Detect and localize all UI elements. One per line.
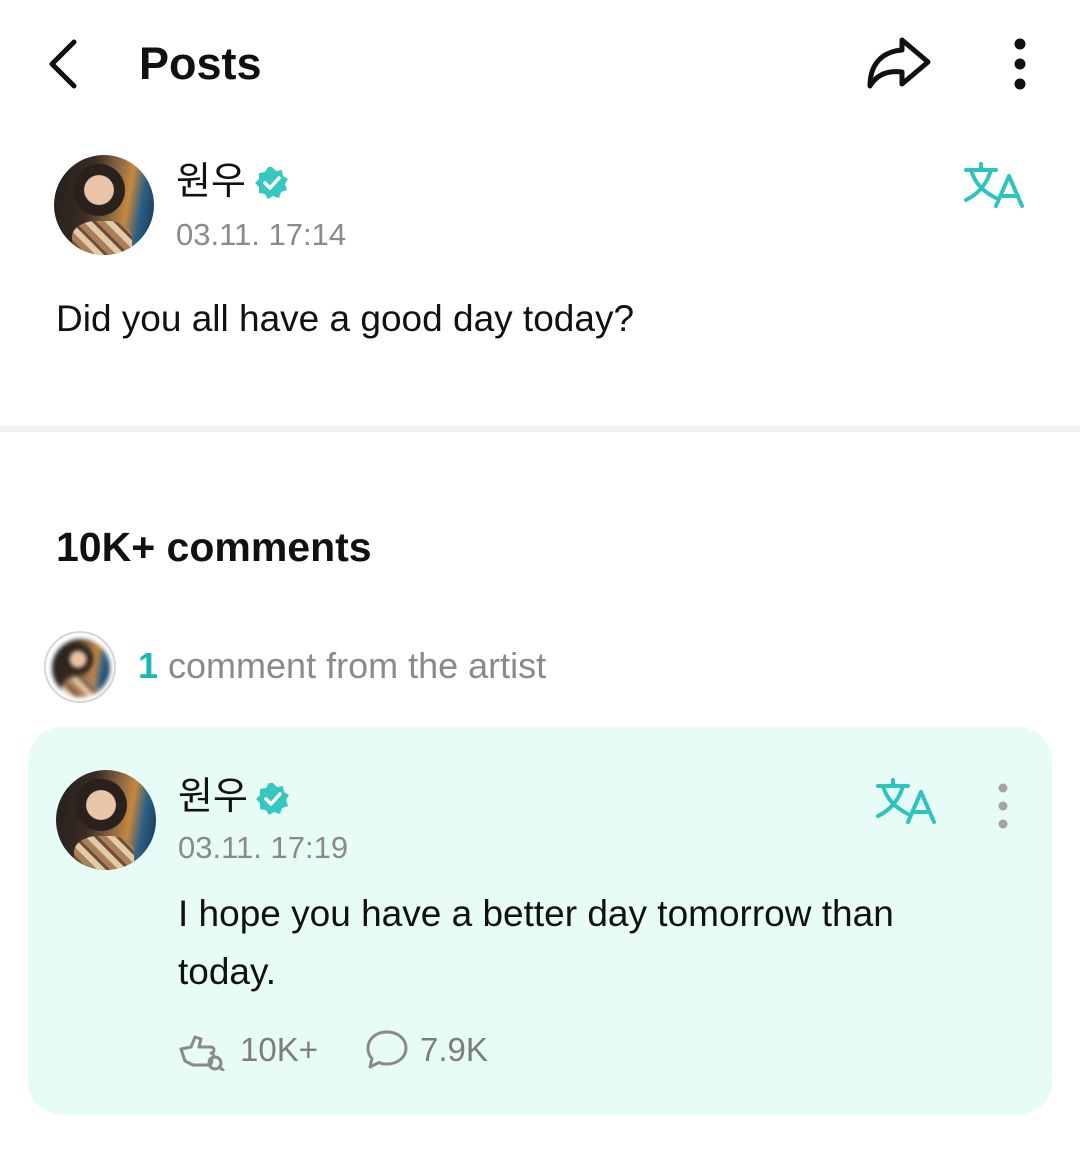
post-timestamp: 03.11. 17:14 xyxy=(176,217,347,252)
verified-badge-icon xyxy=(255,167,288,199)
comment-translate-button[interactable] xyxy=(874,776,938,828)
comment-author-name[interactable]: 원우 xyxy=(178,775,248,819)
like-icon xyxy=(179,1035,225,1072)
back-button[interactable] xyxy=(42,34,92,94)
comment-author-avatar[interactable] xyxy=(56,770,156,870)
comments-count-heading: 10K+ comments xyxy=(56,524,372,570)
artist-comments-link[interactable]: 1 comment from the artist xyxy=(138,645,546,687)
share-button[interactable] xyxy=(864,32,934,94)
reply-button[interactable] xyxy=(364,1028,410,1072)
more-vertical-icon xyxy=(998,783,1008,829)
page-title: Posts xyxy=(139,38,262,89)
artist-comment-count: 1 xyxy=(138,645,159,686)
translate-button[interactable] xyxy=(962,160,1026,212)
comment-body: I hope you have a better day tomorrow th… xyxy=(178,893,894,992)
post-body: Did you all have a good day today? xyxy=(56,298,635,339)
more-vertical-icon xyxy=(1014,38,1026,90)
more-options-button[interactable] xyxy=(1000,34,1040,94)
translate-icon xyxy=(964,162,1024,208)
artist-avatar[interactable] xyxy=(52,639,110,697)
share-arrow-icon xyxy=(867,37,931,89)
comment-timestamp: 03.11. 17:19 xyxy=(178,830,349,865)
author-avatar[interactable] xyxy=(54,155,154,255)
section-divider xyxy=(0,426,1080,432)
artist-comment-label: comment from the artist xyxy=(168,645,547,686)
post-author-name[interactable]: 원우 xyxy=(176,160,246,204)
reply-count: 7.9K xyxy=(420,1031,488,1068)
verified-badge-icon xyxy=(256,783,289,815)
like-button[interactable] xyxy=(177,1029,225,1072)
chevron-left-icon xyxy=(49,39,77,89)
like-count: 10K+ xyxy=(240,1031,318,1068)
speech-bubble-icon xyxy=(366,1030,408,1069)
translate-icon xyxy=(876,778,936,824)
comment-more-button[interactable] xyxy=(990,778,1016,834)
